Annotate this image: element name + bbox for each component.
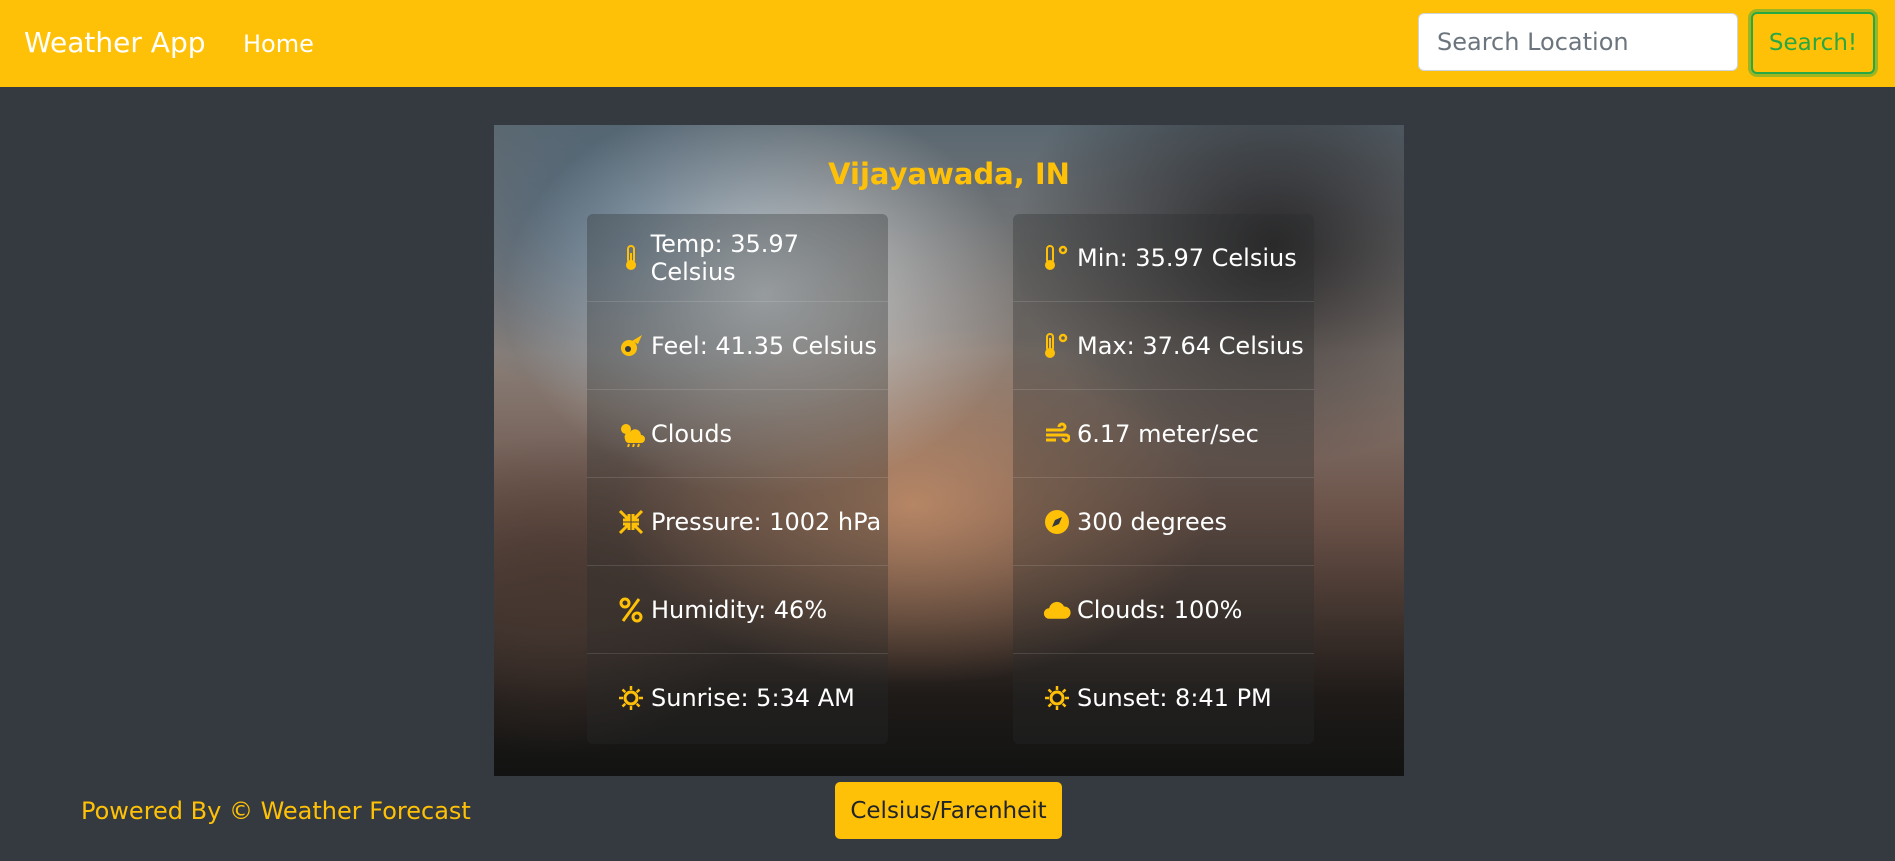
feel-item: Feel: 41.35 Celsius <box>587 302 888 390</box>
wind-speed-text: 6.17 meter/sec <box>1077 419 1259 448</box>
temperature-low-icon <box>1043 244 1071 272</box>
cloud-cover-text: Clouds: 100% <box>1077 595 1243 624</box>
humidity-item: Humidity: 46% <box>587 566 888 654</box>
sunset-item: Sunset: 8:41 PM <box>1013 654 1314 742</box>
temp-item: Temp: 35.97 Celsius <box>587 214 888 302</box>
navbar: Weather App Home Search! <box>0 0 1895 87</box>
thermometer-icon <box>617 244 645 272</box>
pressure-item: Pressure: 1002 hPa <box>587 478 888 566</box>
wind-speed-item: 6.17 meter/sec <box>1013 390 1314 478</box>
humidity-text: Humidity: 46% <box>651 595 828 624</box>
sun-icon <box>617 684 645 712</box>
min-temp-item: Min: 35.97 Celsius <box>1013 214 1314 302</box>
weather-details-right: Min: 35.97 Celsius Max: 37.64 Celsius 6.… <box>1013 214 1314 744</box>
cloud-sun-rain-icon <box>617 420 645 448</box>
cloud-cover-item: Clouds: 100% <box>1013 566 1314 654</box>
percent-icon <box>617 596 645 624</box>
clouds-desc-text: Clouds <box>651 419 733 448</box>
sunrise-item: Sunrise: 5:34 AM <box>587 654 888 742</box>
cloud-icon <box>1043 596 1071 624</box>
weather-card: Vijayawada, IN Temp: 35.97 Celsius Feel:… <box>494 125 1404 776</box>
location-title: Vijayawada, IN <box>828 157 1070 191</box>
wind-direction-text: 300 degrees <box>1077 507 1228 536</box>
pressure-text: Pressure: 1002 hPa <box>651 507 882 536</box>
search-button[interactable]: Search! <box>1751 12 1875 74</box>
temperature-high-icon <box>1043 332 1071 360</box>
sunset-text: Sunset: 8:41 PM <box>1077 684 1272 712</box>
nav-home-link[interactable]: Home <box>243 29 314 59</box>
min-temp-text: Min: 35.97 Celsius <box>1077 243 1297 272</box>
wind-direction-item: 300 degrees <box>1013 478 1314 566</box>
max-temp-item: Max: 37.64 Celsius <box>1013 302 1314 390</box>
clouds-desc-item: Clouds <box>587 390 888 478</box>
brand-logo[interactable]: Weather App <box>24 25 206 61</box>
sunrise-text: Sunrise: 5:34 AM <box>651 684 855 712</box>
search-location-input[interactable] <box>1418 13 1738 71</box>
max-temp-text: Max: 37.64 Celsius <box>1077 331 1304 360</box>
weather-details-left: Temp: 35.97 Celsius Feel: 41.35 Celsius … <box>587 214 888 744</box>
compass-icon <box>1043 508 1071 536</box>
feel-text: Feel: 41.35 Celsius <box>651 331 877 360</box>
meteor-icon <box>617 332 645 360</box>
unit-toggle-button[interactable]: Celsius/Farenheit <box>835 782 1062 839</box>
compress-arrows-icon <box>617 508 645 536</box>
powered-by-footer: Powered By © Weather Forecast <box>81 797 471 825</box>
wind-icon <box>1043 420 1071 448</box>
temp-text: Temp: 35.97 Celsius <box>650 229 799 286</box>
sun-icon <box>1043 684 1071 712</box>
